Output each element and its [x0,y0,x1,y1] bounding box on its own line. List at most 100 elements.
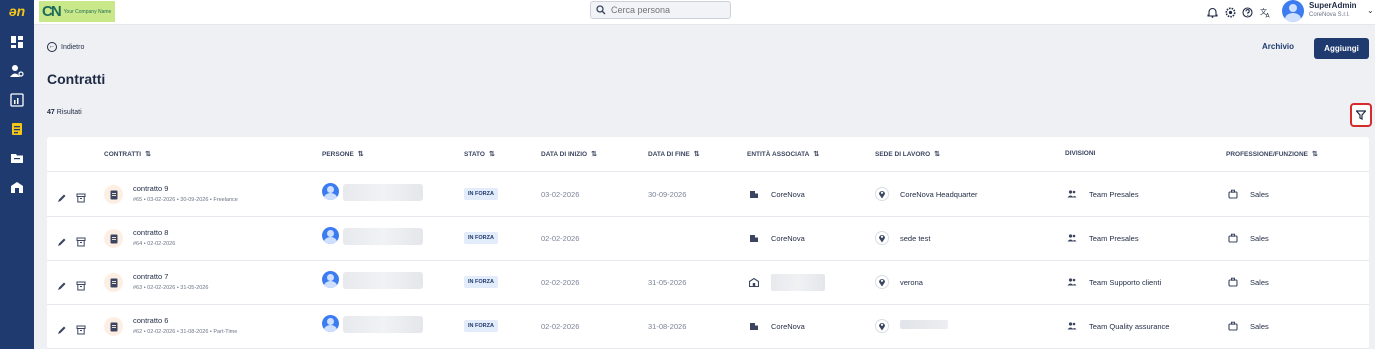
company-logo-mark: CN [42,3,62,20]
work-site-redacted [900,320,948,329]
edit-icon[interactable] [57,322,67,334]
status-badge: IN FORZA [464,320,498,332]
chart-icon [10,93,24,107]
status-badge: IN FORZA [464,188,498,200]
archive-icon[interactable] [76,234,86,247]
team-icon [1065,231,1079,245]
back-button[interactable]: ← Indietro [47,42,84,52]
entity-building-icon [747,187,761,201]
contract-icon [104,273,123,292]
sort-icon: ⇅ [591,151,597,158]
translate-icon[interactable]: 文A [1259,6,1271,18]
person-name-redacted [343,272,423,289]
contract-title[interactable]: contratto 8 [133,228,168,237]
app-logo[interactable]: ən [5,2,29,20]
column-header-sede[interactable]: SEDE DI LAVORO ⇅ [875,150,940,158]
chevron-down-icon[interactable]: ⌄ [1367,6,1374,15]
search-box[interactable] [590,1,731,19]
start-date: 02-02-2026 [541,278,580,287]
search-input[interactable] [611,5,721,15]
briefcase-icon [1226,319,1240,333]
user-company: CoreNova S.r.l. [1309,12,1350,18]
edit-icon[interactable] [57,278,67,290]
person-avatar[interactable] [322,227,339,244]
person-name-redacted [343,228,423,245]
column-header-contratti[interactable]: CONTRATTI ⇅ [104,150,151,158]
archive-icon[interactable] [76,278,86,291]
location-pin-icon [875,319,889,333]
team-icon [1065,319,1079,333]
user-name[interactable]: SuperAdmin [1309,1,1357,10]
column-header-data-inizio[interactable]: DATA DI INIZIO ⇅ [541,150,597,158]
team-icon [1065,187,1079,201]
profession-name: Sales [1250,190,1269,199]
table-row[interactable]: contratto 7 #63 • 02-02-2026 • 31-05-202… [47,261,1369,305]
end-date: 30-09-2026 [648,190,687,199]
work-site: verona [900,278,923,287]
profession-name: Sales [1250,234,1269,243]
table-row[interactable]: contratto 9 #65 • 03-02-2026 • 30-09-202… [47,173,1369,217]
page-title: Contratti [47,71,106,87]
contracts-table: CONTRATTI ⇅ PERSONE ⇅ STATO ⇅ DATA DI INIZI… [47,137,1369,349]
sidebar-item-people[interactable] [8,62,26,80]
search-icon [596,5,606,15]
table-row[interactable]: contratto 8 #64 • 02-02-2026 IN FORZA 02… [47,217,1369,261]
entity-building-icon [747,231,761,245]
sort-icon: ⇅ [1311,151,1318,158]
people-search-icon [10,65,24,77]
end-date: 31-08-2026 [648,322,687,331]
entity-name: CoreNova [771,234,805,243]
edit-icon[interactable] [57,234,67,246]
column-header-stato[interactable]: STATO ⇅ [464,150,495,158]
results-label: Risultati [56,109,82,116]
briefcase-icon [1226,231,1240,245]
contract-subtitle: #65 • 03-02-2026 • 30-09-2026 • Freelanc… [133,197,238,203]
sidebar-item-company[interactable] [8,178,26,196]
contract-subtitle: #64 • 02-02-2026 [133,241,176,247]
building-icon [11,182,23,193]
archive-button[interactable]: Archivio [1262,42,1294,51]
sidebar-item-documents[interactable] [8,149,26,167]
results-number: 47 [47,109,55,116]
start-date: 03-02-2026 [541,190,580,199]
entity-name: CoreNova [771,322,805,331]
column-header-professione[interactable]: PROFESSIONE/FUNZIONE ⇅ [1226,150,1318,158]
edit-icon[interactable] [57,190,67,202]
sidebar-item-contracts[interactable] [8,120,26,138]
work-site: sede test [900,234,931,243]
archive-icon[interactable] [76,190,86,203]
user-avatar[interactable] [1282,0,1304,22]
person-name-redacted [343,316,423,333]
filter-button[interactable] [1350,103,1372,127]
company-logo-text: Your Company Name [63,8,112,15]
bell-icon[interactable] [1206,6,1218,18]
add-button[interactable]: Aggiungi [1314,38,1369,59]
entity-name-redacted [771,274,825,291]
contract-icon [104,229,123,248]
contract-title[interactable]: contratto 6 [133,316,168,325]
profession-name: Sales [1250,278,1269,287]
person-avatar[interactable] [322,183,339,200]
division-name: Team Quality assurance [1089,322,1170,331]
sidebar-item-reports[interactable] [8,91,26,109]
person-avatar[interactable] [322,271,339,288]
sidebar-item-dashboard[interactable] [8,33,26,51]
archive-icon[interactable] [76,322,86,335]
settings-icon[interactable] [1224,6,1236,18]
column-header-data-fine[interactable]: DATA DI FINE ⇅ [648,150,700,158]
company-logo[interactable]: CN Your Company Name [39,1,115,22]
contract-title[interactable]: contratto 7 [133,272,168,281]
folder-icon [11,154,23,163]
contract-title[interactable]: contratto 9 [133,184,168,193]
status-badge: IN FORZA [464,232,498,244]
person-avatar[interactable] [322,315,339,332]
column-header-persone[interactable]: PERSONE ⇅ [322,150,364,158]
column-header-entita[interactable]: ENTITÀ ASSOCIATA ⇅ [747,150,819,158]
table-row[interactable]: contratto 6 #62 • 02-02-2026 • 31-08-202… [47,305,1369,349]
sort-icon: ⇅ [693,151,700,158]
help-icon[interactable] [1241,6,1253,18]
filter-icon [1356,110,1366,120]
start-date: 02-02-2026 [541,234,580,243]
contract-icon [12,123,22,135]
arrow-left-icon: ← [47,42,57,52]
